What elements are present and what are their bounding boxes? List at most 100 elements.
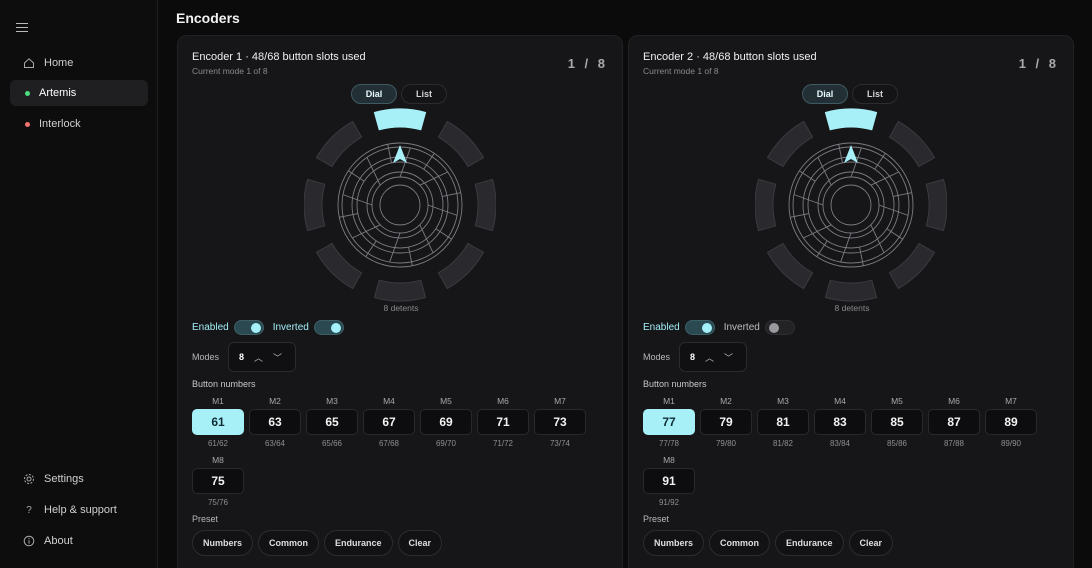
button-number-field[interactable]: 89 xyxy=(985,409,1037,435)
sidebar-item-help[interactable]: ? Help & support xyxy=(10,497,148,523)
button-slot-m7: M7 73 73/74 xyxy=(534,396,586,448)
button-number-field[interactable]: 63 xyxy=(249,409,301,435)
current-mode-text: Current mode 1 of 8 xyxy=(192,66,268,76)
mode-label: M8 xyxy=(212,455,224,465)
detent-segment xyxy=(925,178,948,232)
button-number-field[interactable]: 81 xyxy=(757,409,809,435)
button-number-field[interactable]: 69 xyxy=(420,409,472,435)
preset-label: Preset xyxy=(192,514,219,524)
mode-label: M4 xyxy=(834,396,846,406)
button-number-field[interactable]: 79 xyxy=(700,409,752,435)
encoder-dial[interactable] xyxy=(754,108,948,302)
detent-segment xyxy=(888,242,936,290)
button-number-field[interactable]: 85 xyxy=(871,409,923,435)
button-slot-m3: M3 65 65/66 xyxy=(306,396,358,448)
button-slot-m5: M5 69 69/70 xyxy=(420,396,472,448)
button-range: 69/70 xyxy=(435,439,457,448)
chevron-up-icon[interactable]: ︿ xyxy=(254,351,263,364)
button-slot-m6: M6 71 71/72 xyxy=(477,396,529,448)
sidebar-item-label: Home xyxy=(44,57,74,69)
button-slot-m7: M7 89 89/90 xyxy=(985,396,1037,448)
button-number-field[interactable]: 77 xyxy=(643,409,695,435)
enabled-toggle[interactable] xyxy=(684,320,715,335)
inverted-label: Inverted xyxy=(272,322,309,333)
mode-label: M3 xyxy=(326,396,338,406)
mode-label: M1 xyxy=(212,396,224,406)
tab-dial[interactable]: Dial xyxy=(351,84,397,104)
modes-stepper[interactable]: 8 ︿ ﹀ xyxy=(679,342,748,372)
detent-segment-active xyxy=(373,108,427,131)
mode-label: M5 xyxy=(440,396,452,406)
button-number-field[interactable]: 61 xyxy=(192,409,244,435)
chevron-up-icon[interactable]: ︿ xyxy=(705,351,714,364)
button-number-field[interactable]: 73 xyxy=(534,409,586,435)
modes-stepper[interactable]: 8 ︿ ﹀ xyxy=(228,342,297,372)
mode-label: M1 xyxy=(663,396,675,406)
button-slot-m8: M8 91 91/92 xyxy=(643,455,695,507)
button-numbers-label: Button numbers xyxy=(192,379,256,389)
tab-list[interactable]: List xyxy=(401,84,447,104)
inverted-toggle[interactable] xyxy=(764,320,795,335)
detent-segment xyxy=(437,242,485,290)
mode-label: M6 xyxy=(948,396,960,406)
chevron-down-icon[interactable]: ﹀ xyxy=(724,351,733,364)
sidebar-item-label: Settings xyxy=(44,473,84,485)
button-range: 75/76 xyxy=(207,498,229,507)
hamburger-icon[interactable] xyxy=(16,23,28,33)
encoder-dial[interactable] xyxy=(303,108,497,302)
button-range: 63/64 xyxy=(264,439,286,448)
button-number-field[interactable]: 87 xyxy=(928,409,980,435)
preset-common-button[interactable]: Common xyxy=(709,530,771,556)
chevron-down-icon[interactable]: ﹀ xyxy=(273,351,282,364)
sidebar-item-home[interactable]: Home xyxy=(10,50,148,76)
modes-row: Modes 8 ︿ ﹀ xyxy=(643,342,748,372)
sidebar-item-artemis[interactable]: Artemis xyxy=(10,80,148,106)
preset-endurance-button[interactable]: Endurance xyxy=(324,530,393,556)
toggle-row: Enabled Inverted xyxy=(192,320,353,335)
button-slot-m4: M4 83 83/84 xyxy=(814,396,866,448)
button-number-field[interactable]: 83 xyxy=(814,409,866,435)
sidebar-item-interlock[interactable]: Interlock xyxy=(10,111,148,137)
button-number-field[interactable]: 65 xyxy=(306,409,358,435)
preset-numbers-button[interactable]: Numbers xyxy=(192,530,254,556)
tab-dial[interactable]: Dial xyxy=(802,84,848,104)
preset-numbers-button[interactable]: Numbers xyxy=(643,530,705,556)
button-range: 73/74 xyxy=(549,439,571,448)
dial-pointer-icon xyxy=(393,145,407,163)
button-number-field[interactable]: 75 xyxy=(192,468,244,494)
button-range: 87/88 xyxy=(943,439,965,448)
button-slot-m5: M5 85 85/86 xyxy=(871,396,923,448)
mode-page-indicator: 1 / 8 xyxy=(1018,56,1059,71)
preset-clear-button[interactable]: Clear xyxy=(397,530,443,556)
button-slot-m1: M1 77 77/78 xyxy=(643,396,695,448)
dial-rings xyxy=(337,142,463,268)
detent-segment xyxy=(888,120,936,168)
modes-value: 8 xyxy=(239,352,245,362)
button-slot-m4: M4 67 67/68 xyxy=(363,396,415,448)
sidebar-item-about[interactable]: About xyxy=(10,528,148,554)
preset-label: Preset xyxy=(643,514,670,524)
inverted-toggle[interactable] xyxy=(313,320,344,335)
detent-segment-active xyxy=(824,108,878,131)
mode-label: M3 xyxy=(777,396,789,406)
enabled-toggle[interactable] xyxy=(233,320,264,335)
sidebar-item-settings[interactable]: Settings xyxy=(10,466,148,492)
mode-label: M8 xyxy=(663,455,675,465)
modes-value: 8 xyxy=(690,352,696,362)
detent-segment xyxy=(766,242,814,290)
preset-common-button[interactable]: Common xyxy=(258,530,320,556)
preset-endurance-button[interactable]: Endurance xyxy=(775,530,844,556)
encoder-card-2: Encoder 2 · 48/68 button slots used Curr… xyxy=(628,35,1074,568)
button-number-field[interactable]: 71 xyxy=(477,409,529,435)
enabled-label: Enabled xyxy=(643,322,680,333)
encoder-card-1: Encoder 1 · 48/68 button slots used Curr… xyxy=(177,35,623,568)
button-number-field[interactable]: 91 xyxy=(643,468,695,494)
mode-label: M2 xyxy=(269,396,281,406)
button-number-field[interactable]: 67 xyxy=(363,409,415,435)
tab-list[interactable]: List xyxy=(852,84,898,104)
modes-row: Modes 8 ︿ ﹀ xyxy=(192,342,297,372)
button-range: 79/80 xyxy=(715,439,737,448)
preset-clear-button[interactable]: Clear xyxy=(848,530,894,556)
button-numbers-grid: M1 61 61/62 M2 63 63/64 M3 65 65/66 M4 67 6… xyxy=(192,396,612,507)
button-numbers-grid: M1 77 77/78 M2 79 79/80 M3 81 81/82 M4 83 8… xyxy=(643,396,1063,507)
